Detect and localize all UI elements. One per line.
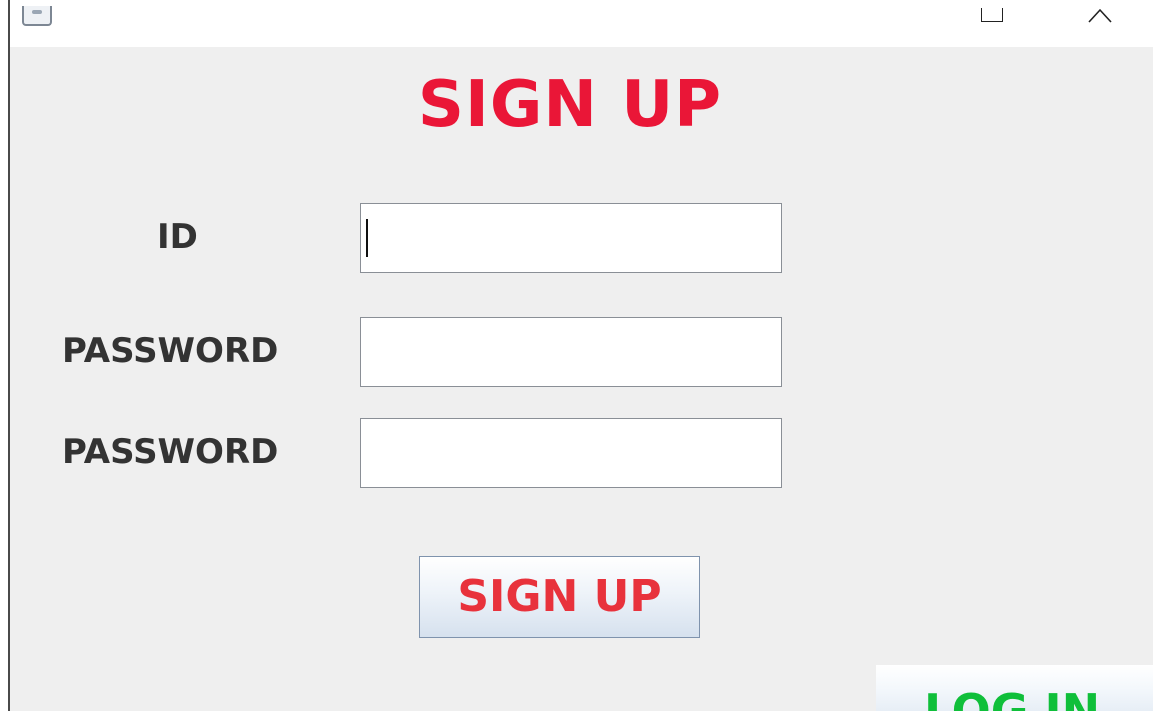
text-caret	[366, 219, 368, 257]
collapse-icon[interactable]	[1087, 6, 1113, 24]
log-in-button[interactable]: LOG IN	[876, 665, 1153, 711]
password-label: PASSWORD	[62, 331, 279, 371]
page-title: SIGN UP	[417, 68, 723, 142]
log-in-button-label: LOG IN	[924, 684, 1101, 711]
signup-window: SIGN UP ID PASSWORD PASSWORD SIGN UP LOG…	[0, 0, 1153, 711]
confirm-password-label: PASSWORD	[62, 432, 279, 472]
confirm-password-field[interactable]	[360, 418, 782, 488]
java-app-icon	[22, 6, 52, 26]
maximize-icon[interactable]	[981, 8, 1003, 22]
password-field[interactable]	[360, 317, 782, 387]
id-field[interactable]	[360, 203, 782, 273]
sign-up-button[interactable]: SIGN UP	[419, 556, 700, 638]
id-label: ID	[157, 217, 198, 257]
title-bar	[0, 0, 1153, 47]
